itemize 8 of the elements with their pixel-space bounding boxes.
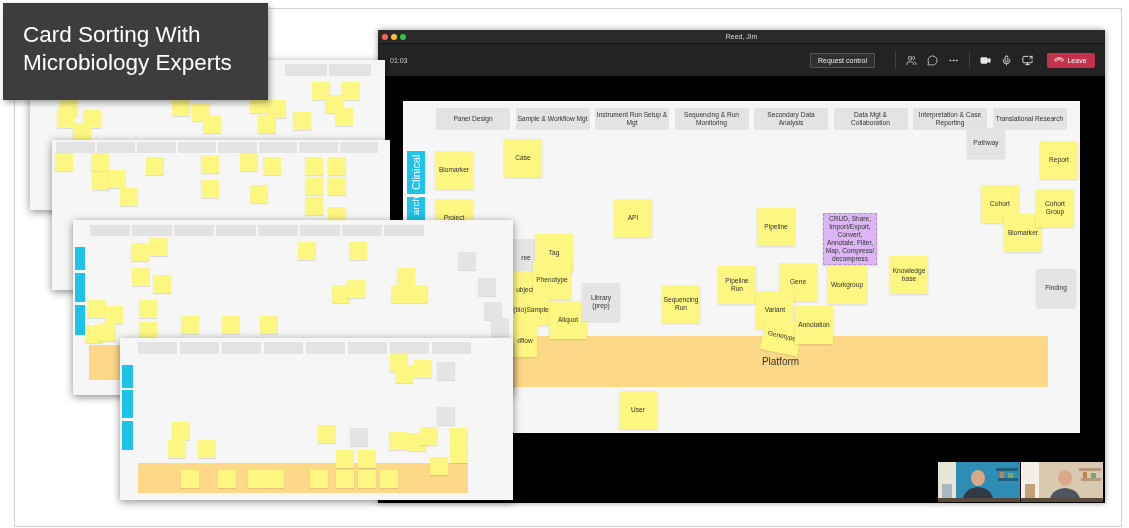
row-label: arch	[407, 197, 425, 222]
share-screen-icon[interactable]	[1022, 54, 1033, 66]
chat-icon[interactable]	[927, 54, 938, 66]
title-banner: Card Sorting With Microbiology Experts	[3, 3, 268, 100]
camera-icon[interactable]	[980, 54, 991, 66]
row-label: Clinical	[407, 151, 425, 194]
microphone-icon[interactable]	[1001, 54, 1012, 66]
people-icon[interactable]	[906, 54, 917, 66]
